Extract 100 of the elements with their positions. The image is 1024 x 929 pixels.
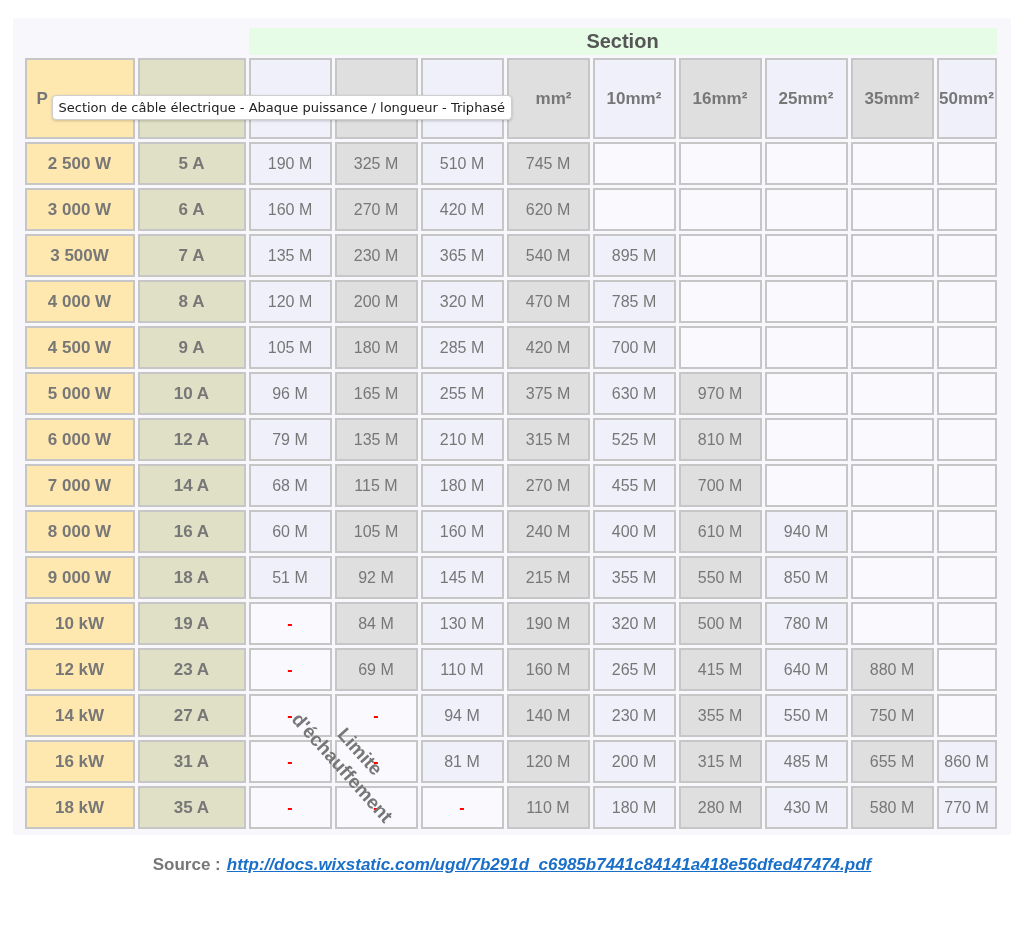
table-cell: 630 M xyxy=(592,372,676,415)
table-cell: 200 M xyxy=(592,740,676,783)
source-label: Source : xyxy=(152,855,221,875)
table-cell: 860 M xyxy=(936,740,997,783)
table-cell: 280 M xyxy=(678,786,762,829)
table-cell: 180 M xyxy=(592,786,676,829)
table-cell: 620 M xyxy=(506,188,590,231)
current-cell: 16 A xyxy=(137,510,246,553)
current-cell: 9 A xyxy=(137,326,246,369)
table-cell: 160 M xyxy=(420,510,504,553)
table-cell: 400 M xyxy=(592,510,676,553)
table-cell: 265 M xyxy=(592,648,676,691)
table-cell: 525 M xyxy=(592,418,676,461)
table-cell: 160 M xyxy=(506,648,590,691)
table-cell: 200 M xyxy=(334,280,418,323)
empty-cell xyxy=(936,372,997,415)
power-cell: 4 000 W xyxy=(24,280,135,323)
current-cell: 23 A xyxy=(137,648,246,691)
table-cell: 470 M xyxy=(506,280,590,323)
current-cell: 35 A xyxy=(137,786,246,829)
column-header: 50mm² xyxy=(936,58,997,139)
table-cell: 770 M xyxy=(936,786,997,829)
table-cell: 510 M xyxy=(420,142,504,185)
column-header: mm² xyxy=(506,58,590,139)
power-cell: 14 kW xyxy=(24,694,135,737)
current-cell: 31 A xyxy=(137,740,246,783)
table-cell: - xyxy=(420,786,504,829)
empty-cell xyxy=(936,464,997,507)
table-cell: 810 M xyxy=(678,418,762,461)
power-cell: 8 000 W xyxy=(24,510,135,553)
empty-cell xyxy=(936,326,997,369)
table-cell: 130 M xyxy=(420,602,504,645)
table-cell: 81 M xyxy=(420,740,504,783)
empty-cell xyxy=(936,188,997,231)
table-cell: 745 M xyxy=(506,142,590,185)
table-cell: 640 M xyxy=(764,648,848,691)
table-cell: 69 M xyxy=(334,648,418,691)
table-cell: 785 M xyxy=(592,280,676,323)
power-cell: 10 kW xyxy=(24,602,135,645)
table-cell: 285 M xyxy=(420,326,504,369)
column-header: 25mm² xyxy=(764,58,848,139)
table-cell: 105 M xyxy=(248,326,332,369)
current-cell: 10 A xyxy=(137,372,246,415)
table-cell: 215 M xyxy=(506,556,590,599)
table-cell: 700 M xyxy=(592,326,676,369)
table-cell: 430 M xyxy=(764,786,848,829)
table-cell: 315 M xyxy=(678,740,762,783)
table-cell: 51 M xyxy=(248,556,332,599)
table-cell: 655 M xyxy=(850,740,934,783)
power-cell: 2 500 W xyxy=(24,142,135,185)
table-cell: 135 M xyxy=(248,234,332,277)
table-cell: - xyxy=(248,648,332,691)
empty-cell xyxy=(936,418,997,461)
table-cell: 140 M xyxy=(506,694,590,737)
current-cell: 6 A xyxy=(137,188,246,231)
power-cell: 7 000 W xyxy=(24,464,135,507)
table-cell: 230 M xyxy=(334,234,418,277)
table-cell: 79 M xyxy=(248,418,332,461)
power-cell: 3 000 W xyxy=(24,188,135,231)
table-cell: 160 M xyxy=(248,188,332,231)
table-cell: 780 M xyxy=(764,602,848,645)
table-cell: 420 M xyxy=(506,326,590,369)
table-cell: 540 M xyxy=(506,234,590,277)
table-cell: 105 M xyxy=(334,510,418,553)
current-cell: 18 A xyxy=(137,556,246,599)
table-cell: 84 M xyxy=(334,602,418,645)
power-cell: 16 kW xyxy=(24,740,135,783)
table-cell: 145 M xyxy=(420,556,504,599)
table-cell: 180 M xyxy=(334,326,418,369)
table-cell: 92 M xyxy=(334,556,418,599)
current-cell: 7 A xyxy=(137,234,246,277)
table-cell: - xyxy=(248,602,332,645)
power-cell: 18 kW xyxy=(24,786,135,829)
table-cell: 270 M xyxy=(334,188,418,231)
table-cell: 610 M xyxy=(678,510,762,553)
table-cell: 420 M xyxy=(420,188,504,231)
source-link[interactable]: http://docs.wixstatic.com/ugd/7b291d_c6985b7441c84141a418e56dfed47474.pdf xyxy=(226,855,872,875)
table-cell: 550 M xyxy=(678,556,762,599)
power-cell: 12 kW xyxy=(24,648,135,691)
power-cell: 9 000 W xyxy=(24,556,135,599)
current-cell: 19 A xyxy=(137,602,246,645)
column-header: 16mm² xyxy=(678,58,762,139)
table-cell: 320 M xyxy=(592,602,676,645)
current-cell: 14 A xyxy=(137,464,246,507)
table-cell: 355 M xyxy=(678,694,762,737)
empty-cell xyxy=(936,694,997,737)
table-cell: 940 M xyxy=(764,510,848,553)
table-cell: 120 M xyxy=(248,280,332,323)
table-cell: 230 M xyxy=(592,694,676,737)
current-cell: 8 A xyxy=(137,280,246,323)
table-cell: 94 M xyxy=(420,694,504,737)
table-cell: 700 M xyxy=(678,464,762,507)
current-cell: 12 A xyxy=(137,418,246,461)
table-cell: 110 M xyxy=(506,786,590,829)
current-cell: 27 A xyxy=(137,694,246,737)
current-cell: 5 A xyxy=(137,142,246,185)
table-cell: 96 M xyxy=(248,372,332,415)
table-cell: 165 M xyxy=(334,372,418,415)
table-cell: 68 M xyxy=(248,464,332,507)
table-cell: 110 M xyxy=(420,648,504,691)
